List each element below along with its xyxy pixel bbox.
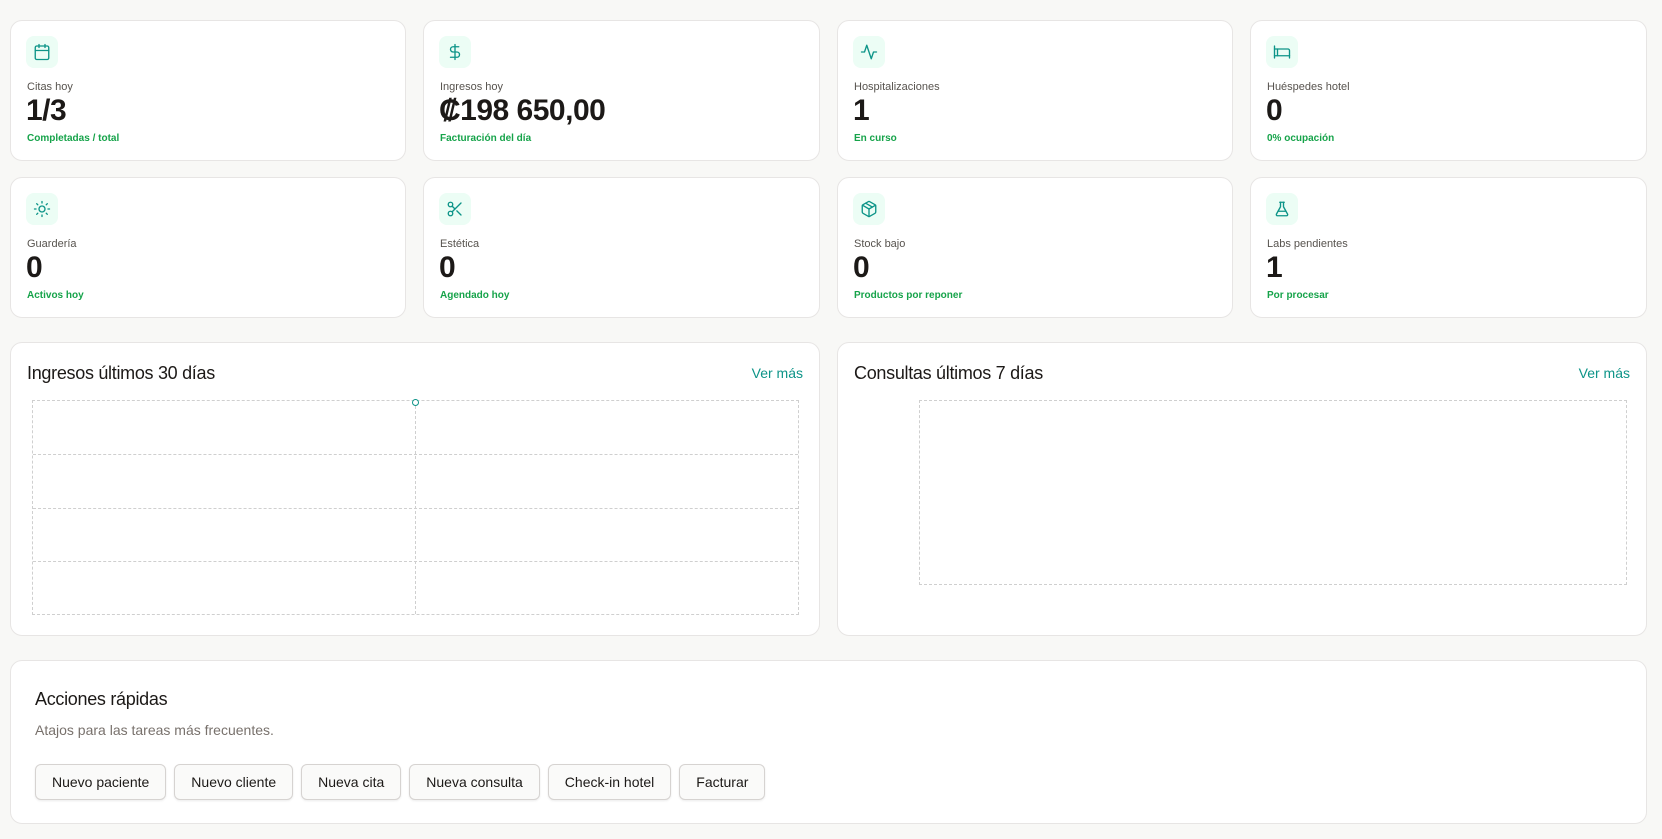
new-patient-button[interactable]: Nuevo paciente	[35, 764, 167, 800]
stat-card-labs: Labs pendientes 1 Por procesar	[1250, 177, 1647, 318]
stat-value: 0	[1266, 94, 1283, 127]
stat-subtext: Productos por reponer	[854, 290, 963, 301]
flask-icon	[1266, 193, 1298, 225]
gridline	[415, 401, 416, 614]
stat-subtext: Facturación del día	[440, 133, 532, 144]
calendar-icon	[26, 36, 58, 68]
chart-card-income: Ingresos últimos 30 días Ver más	[10, 342, 820, 636]
stat-card-guarderia: Guardería 0 Activos hoy	[10, 177, 406, 318]
sun-icon	[26, 193, 58, 225]
new-consultation-button[interactable]: Nueva consulta	[409, 764, 540, 800]
quick-actions-description: Atajos para las tareas más frecuentes.	[35, 722, 274, 738]
activity-icon	[853, 36, 885, 68]
new-client-button[interactable]: Nuevo cliente	[174, 764, 294, 800]
stat-label: Citas hoy	[27, 81, 73, 93]
stat-value: 1	[853, 94, 870, 127]
package-icon	[853, 193, 885, 225]
stat-label: Huéspedes hotel	[1267, 81, 1350, 93]
stat-card-estetica: Estética 0 Agendado hoy	[423, 177, 820, 318]
stat-card-hotel: Huéspedes hotel 0 0% ocupación	[1250, 20, 1647, 161]
stat-label: Ingresos hoy	[440, 81, 503, 93]
income-chart-plot	[32, 399, 799, 615]
dollar-icon	[439, 36, 471, 68]
chart-title: Consultas últimos 7 días	[854, 363, 1043, 383]
ver-mas-link[interactable]: Ver más	[752, 365, 803, 381]
stat-label: Guardería	[27, 238, 77, 250]
consults-chart-plot	[919, 400, 1627, 585]
stat-card-hospitalizaciones: Hospitalizaciones 1 En curso	[837, 20, 1233, 161]
stat-value: 1/3	[26, 94, 67, 127]
ver-mas-link[interactable]: Ver más	[1579, 365, 1630, 381]
scissors-icon	[439, 193, 471, 225]
stat-card-stock: Stock bajo 0 Productos por reponer	[837, 177, 1233, 318]
stat-subtext: 0% ocupación	[1267, 133, 1335, 144]
stat-subtext: Completadas / total	[27, 133, 120, 144]
income-data-point[interactable]	[412, 399, 419, 406]
chart-title: Ingresos últimos 30 días	[27, 363, 215, 383]
stat-label: Stock bajo	[854, 238, 906, 250]
stat-subtext: Por procesar	[1267, 290, 1329, 301]
stat-value: 0	[853, 251, 870, 284]
stat-label: Hospitalizaciones	[854, 81, 940, 93]
stat-value: 1	[1266, 251, 1283, 284]
stat-card-ingresos: Ingresos hoy ₡198 650,00 Facturación del…	[423, 20, 820, 161]
bed-icon	[1266, 36, 1298, 68]
stat-subtext: En curso	[854, 133, 897, 144]
new-appointment-button[interactable]: Nueva cita	[301, 764, 402, 800]
hotel-checkin-button[interactable]: Check-in hotel	[547, 764, 672, 800]
stat-subtext: Agendado hoy	[440, 290, 510, 301]
stat-label: Estética	[440, 238, 480, 250]
invoice-button[interactable]: Facturar	[679, 764, 766, 800]
stat-value: 0	[26, 251, 43, 284]
stat-label: Labs pendientes	[1267, 238, 1348, 250]
quick-actions-buttons: Nuevo paciente Nuevo cliente Nueva cita …	[35, 764, 766, 800]
stat-value: ₡198 650,00	[439, 94, 606, 127]
chart-card-consults: Consultas últimos 7 días Ver más	[837, 342, 1647, 636]
stat-card-citas: Citas hoy 1/3 Completadas / total	[10, 20, 406, 161]
stat-value: 0	[439, 251, 456, 284]
stat-subtext: Activos hoy	[27, 290, 84, 301]
quick-actions-card: Acciones rápidas Atajos para las tareas …	[10, 660, 1647, 824]
quick-actions-title: Acciones rápidas	[35, 689, 168, 709]
